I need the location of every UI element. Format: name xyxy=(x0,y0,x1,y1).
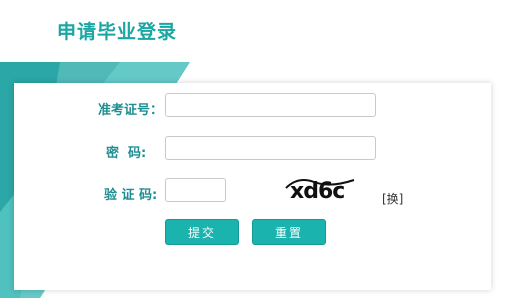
captcha-field[interactable] xyxy=(165,178,226,202)
password-field[interactable] xyxy=(165,136,376,160)
captcha-image[interactable]: xd6c xyxy=(284,174,356,204)
page-title: 申请毕业登录 xyxy=(57,21,178,43)
captcha-label: 验 证 码: xyxy=(104,188,158,203)
exam-id-field[interactable] xyxy=(165,93,376,117)
exam-id-label: 准考证号： xyxy=(98,103,164,118)
password-label: 密 码: xyxy=(106,146,147,161)
submit-button[interactable]: 提交 xyxy=(165,219,239,245)
reset-button[interactable]: 重置 xyxy=(252,219,326,245)
refresh-captcha-link[interactable]: [换] xyxy=(382,190,403,207)
